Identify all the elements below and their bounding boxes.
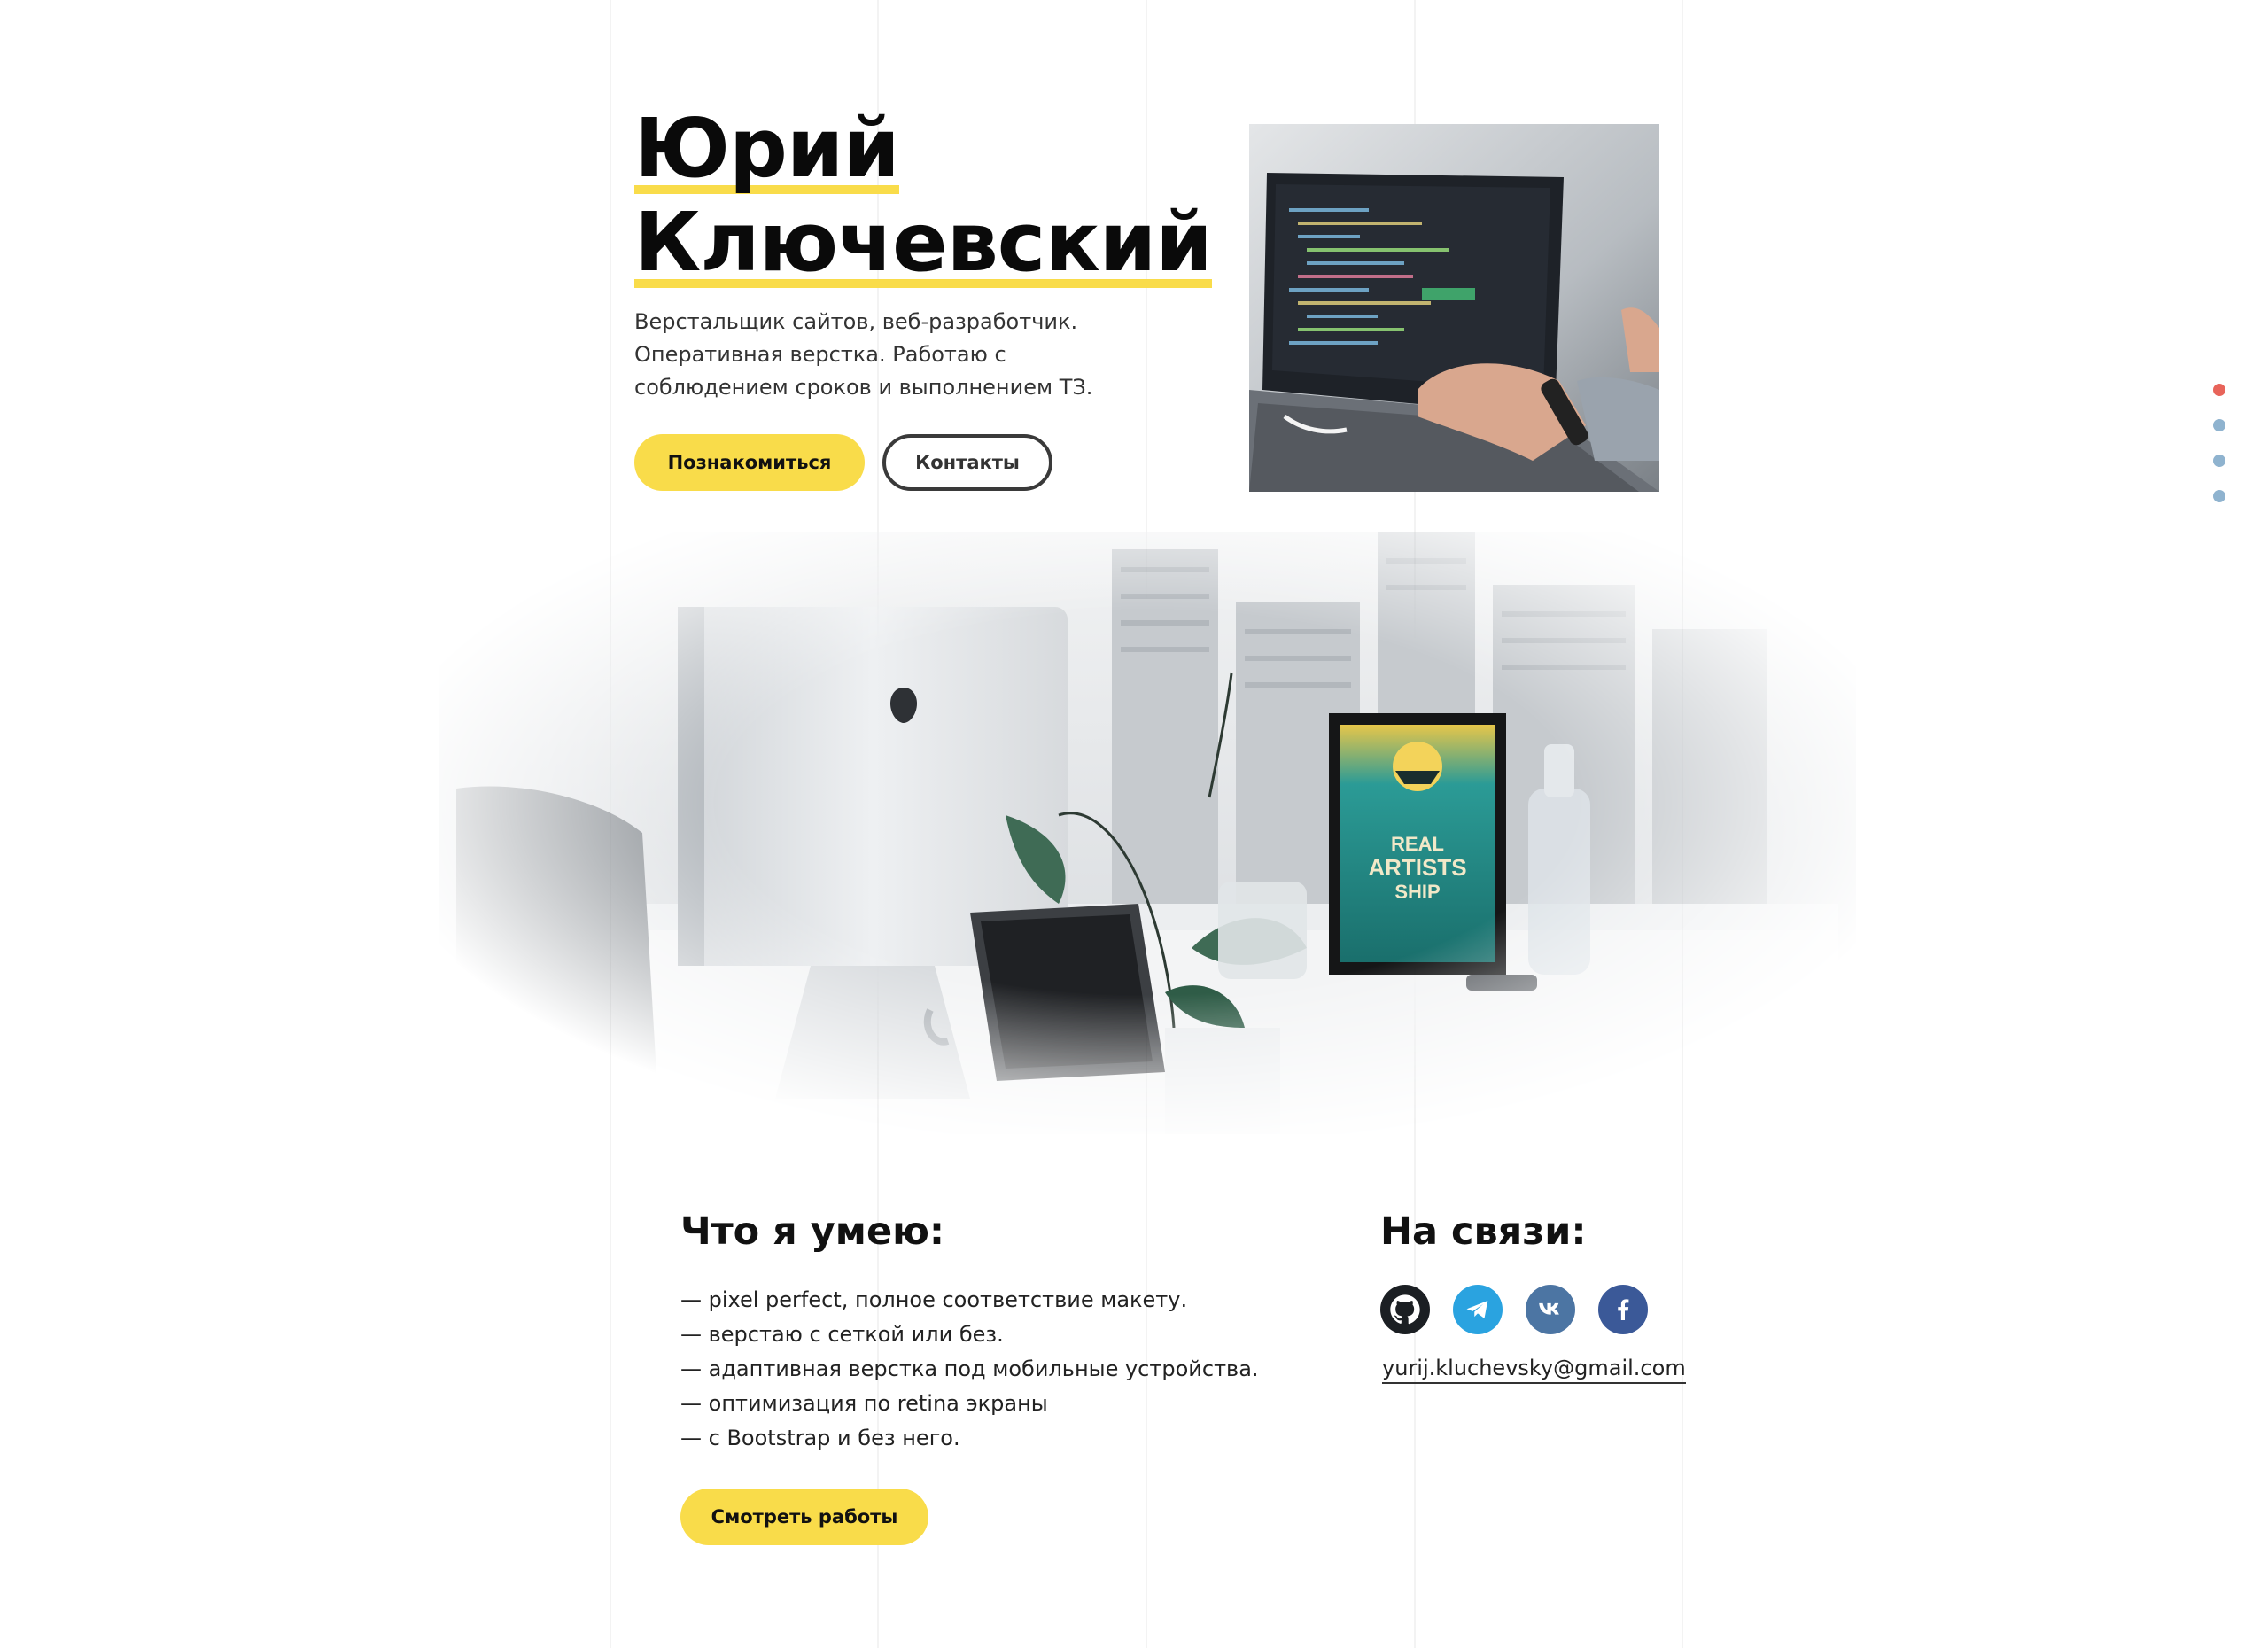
skills-title: Что я умею: — [680, 1209, 945, 1254]
poster-line2: ARTISTS — [1368, 854, 1466, 881]
name-first: Юрий — [634, 101, 900, 196]
email-link[interactable]: yurij.kluchevsky@gmail.com — [1382, 1356, 1686, 1384]
hero-photo — [1249, 124, 1659, 492]
view-works-button[interactable]: Смотреть работы — [680, 1489, 928, 1545]
skill-item: — pixel perfect, полное соответствие мак… — [680, 1287, 1188, 1312]
facebook-icon[interactable] — [1598, 1285, 1648, 1334]
skill-item: — верстаю с сеткой или без. — [680, 1322, 1004, 1347]
hero-description: Верстальщик сайтов, веб-разработчик. Опе… — [634, 309, 1093, 400]
section-dot-4[interactable] — [2213, 490, 2225, 502]
name-last: Ключевский — [634, 195, 1213, 290]
skill-item: — оптимизация по retina экраны — [680, 1391, 1048, 1416]
skill-item: — с Bootstrap и без него. — [680, 1426, 960, 1450]
workspace-illustration: REAL ARTISTS SHIP — [439, 532, 1856, 1134]
vk-icon[interactable] — [1526, 1285, 1575, 1334]
section-dot-2[interactable] — [2213, 419, 2225, 431]
github-icon[interactable] — [1380, 1285, 1430, 1334]
about-button[interactable]: Познакомиться — [634, 434, 865, 491]
poster-line3: SHIP — [1394, 881, 1440, 903]
office-desk-illustration: REAL ARTISTS SHIP — [439, 532, 1856, 1134]
section-dot-3[interactable] — [2213, 455, 2225, 467]
skills-list: — pixel perfect, полное соответствие мак… — [680, 1283, 1259, 1456]
telegram-icon[interactable] — [1453, 1285, 1503, 1334]
section-dot-1[interactable] — [2213, 384, 2225, 396]
skill-item: — адаптивная верстка под мобильные устро… — [680, 1356, 1259, 1381]
poster-line1: REAL — [1391, 833, 1444, 855]
laptop-photo-illustration — [1249, 124, 1659, 492]
hero-title: Юрий Ключевский — [634, 101, 1213, 290]
contacts-button[interactable]: Контакты — [882, 434, 1052, 491]
contacts-title: На связи: — [1380, 1209, 1587, 1254]
